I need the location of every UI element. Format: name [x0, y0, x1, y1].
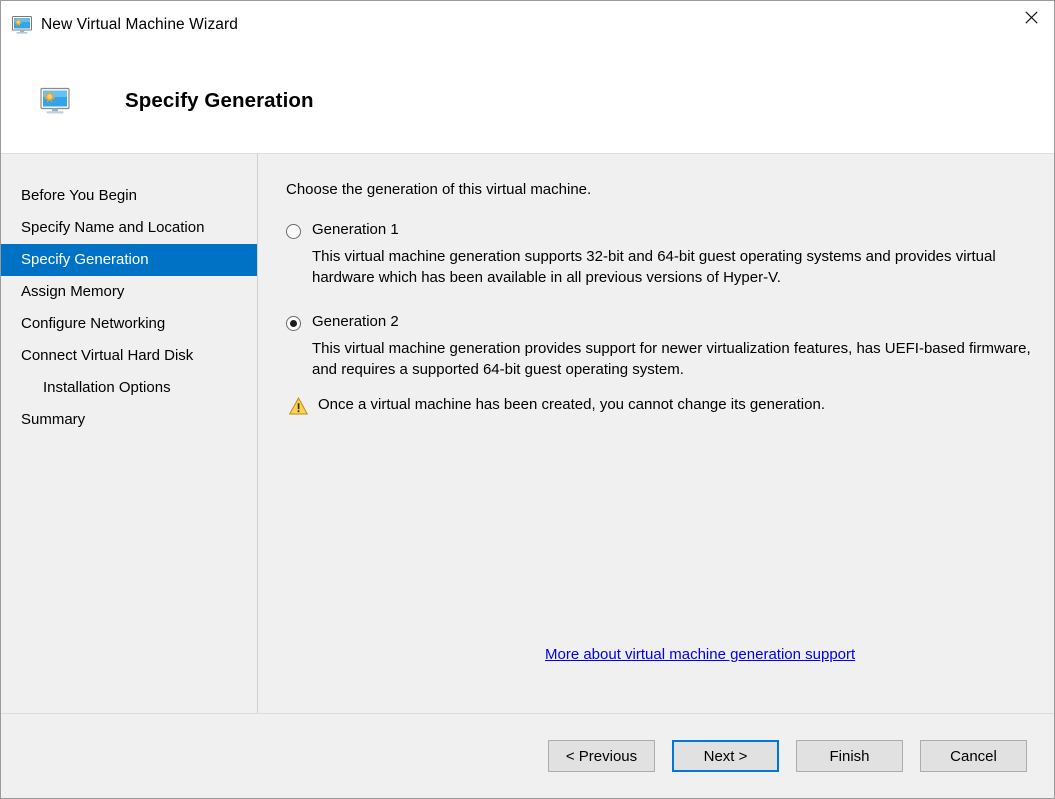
intro-text: Choose the generation of this virtual ma…	[286, 181, 592, 198]
generation-1-radio-row[interactable]: Generation 1	[286, 221, 1032, 240]
virtual-machine-monitor-icon	[12, 15, 32, 34]
generation-1-description: This virtual machine generation supports…	[312, 247, 996, 287]
close-icon	[1024, 10, 1038, 24]
generation-2-label: Generation 2	[312, 313, 399, 331]
sidebar-item-before-you-begin[interactable]: Before You Begin	[1, 180, 257, 212]
generation-1-label: Generation 1	[312, 221, 399, 238]
wizard-body: Before You Begin Specify Name and Locati…	[1, 154, 1054, 714]
close-button[interactable]	[1008, 1, 1054, 33]
sidebar-item-assign-memory[interactable]: Assign Memory	[1, 276, 257, 308]
sidebar-item-summary[interactable]: Summary	[1, 404, 257, 436]
more-about-generation-support-link[interactable]: More about virtual machine generation su…	[545, 646, 855, 663]
generation-warning-text: Once a virtual machine has been created,…	[318, 395, 825, 413]
wizard-steps-sidebar: Before You Begin Specify Name and Locati…	[1, 154, 258, 713]
sidebar-item-installation-options[interactable]: Installation Options	[1, 372, 257, 404]
help-link-container: More about virtual machine generation su…	[545, 646, 855, 664]
generation-2-radio[interactable]	[286, 316, 301, 332]
title-bar: New Virtual Machine Wizard	[1, 1, 1054, 48]
virtual-machine-monitor-icon	[40, 87, 70, 113]
generation-1-option: Generation 1 This virtual machine genera…	[286, 221, 1032, 288]
sidebar-item-connect-virtual-hard-disk[interactable]: Connect Virtual Hard Disk	[1, 340, 257, 372]
cancel-button[interactable]: Cancel	[920, 740, 1027, 772]
wizard-footer: < Previous Next > Finish Cancel	[1, 714, 1054, 798]
window-title: New Virtual Machine Wizard	[41, 15, 238, 33]
new-virtual-machine-wizard-window: New Virtual Machine Wizard Specify Gener…	[0, 0, 1055, 799]
next-button[interactable]: Next >	[672, 740, 779, 772]
sidebar-item-specify-generation[interactable]: Specify Generation	[1, 244, 257, 276]
generation-1-radio[interactable]	[286, 224, 301, 239]
warning-triangle-icon	[289, 396, 308, 415]
wizard-content: Choose the generation of this virtual ma…	[258, 154, 1054, 713]
generation-2-description: This virtual machine generation provides…	[312, 340, 1031, 379]
finish-button[interactable]: Finish	[796, 740, 903, 772]
generation-2-option: Generation 2 This virtual machine genera…	[286, 313, 1032, 380]
wizard-header: Specify Generation	[1, 48, 1054, 154]
sidebar-item-configure-networking[interactable]: Configure Networking	[1, 308, 257, 340]
generation-warning: Once a virtual machine has been created,…	[289, 396, 1032, 415]
previous-button[interactable]: < Previous	[548, 740, 655, 772]
sidebar-item-specify-name-and-location[interactable]: Specify Name and Location	[1, 212, 257, 244]
page-title: Specify Generation	[125, 88, 314, 112]
generation-2-radio-row[interactable]: Generation 2	[286, 313, 1032, 332]
